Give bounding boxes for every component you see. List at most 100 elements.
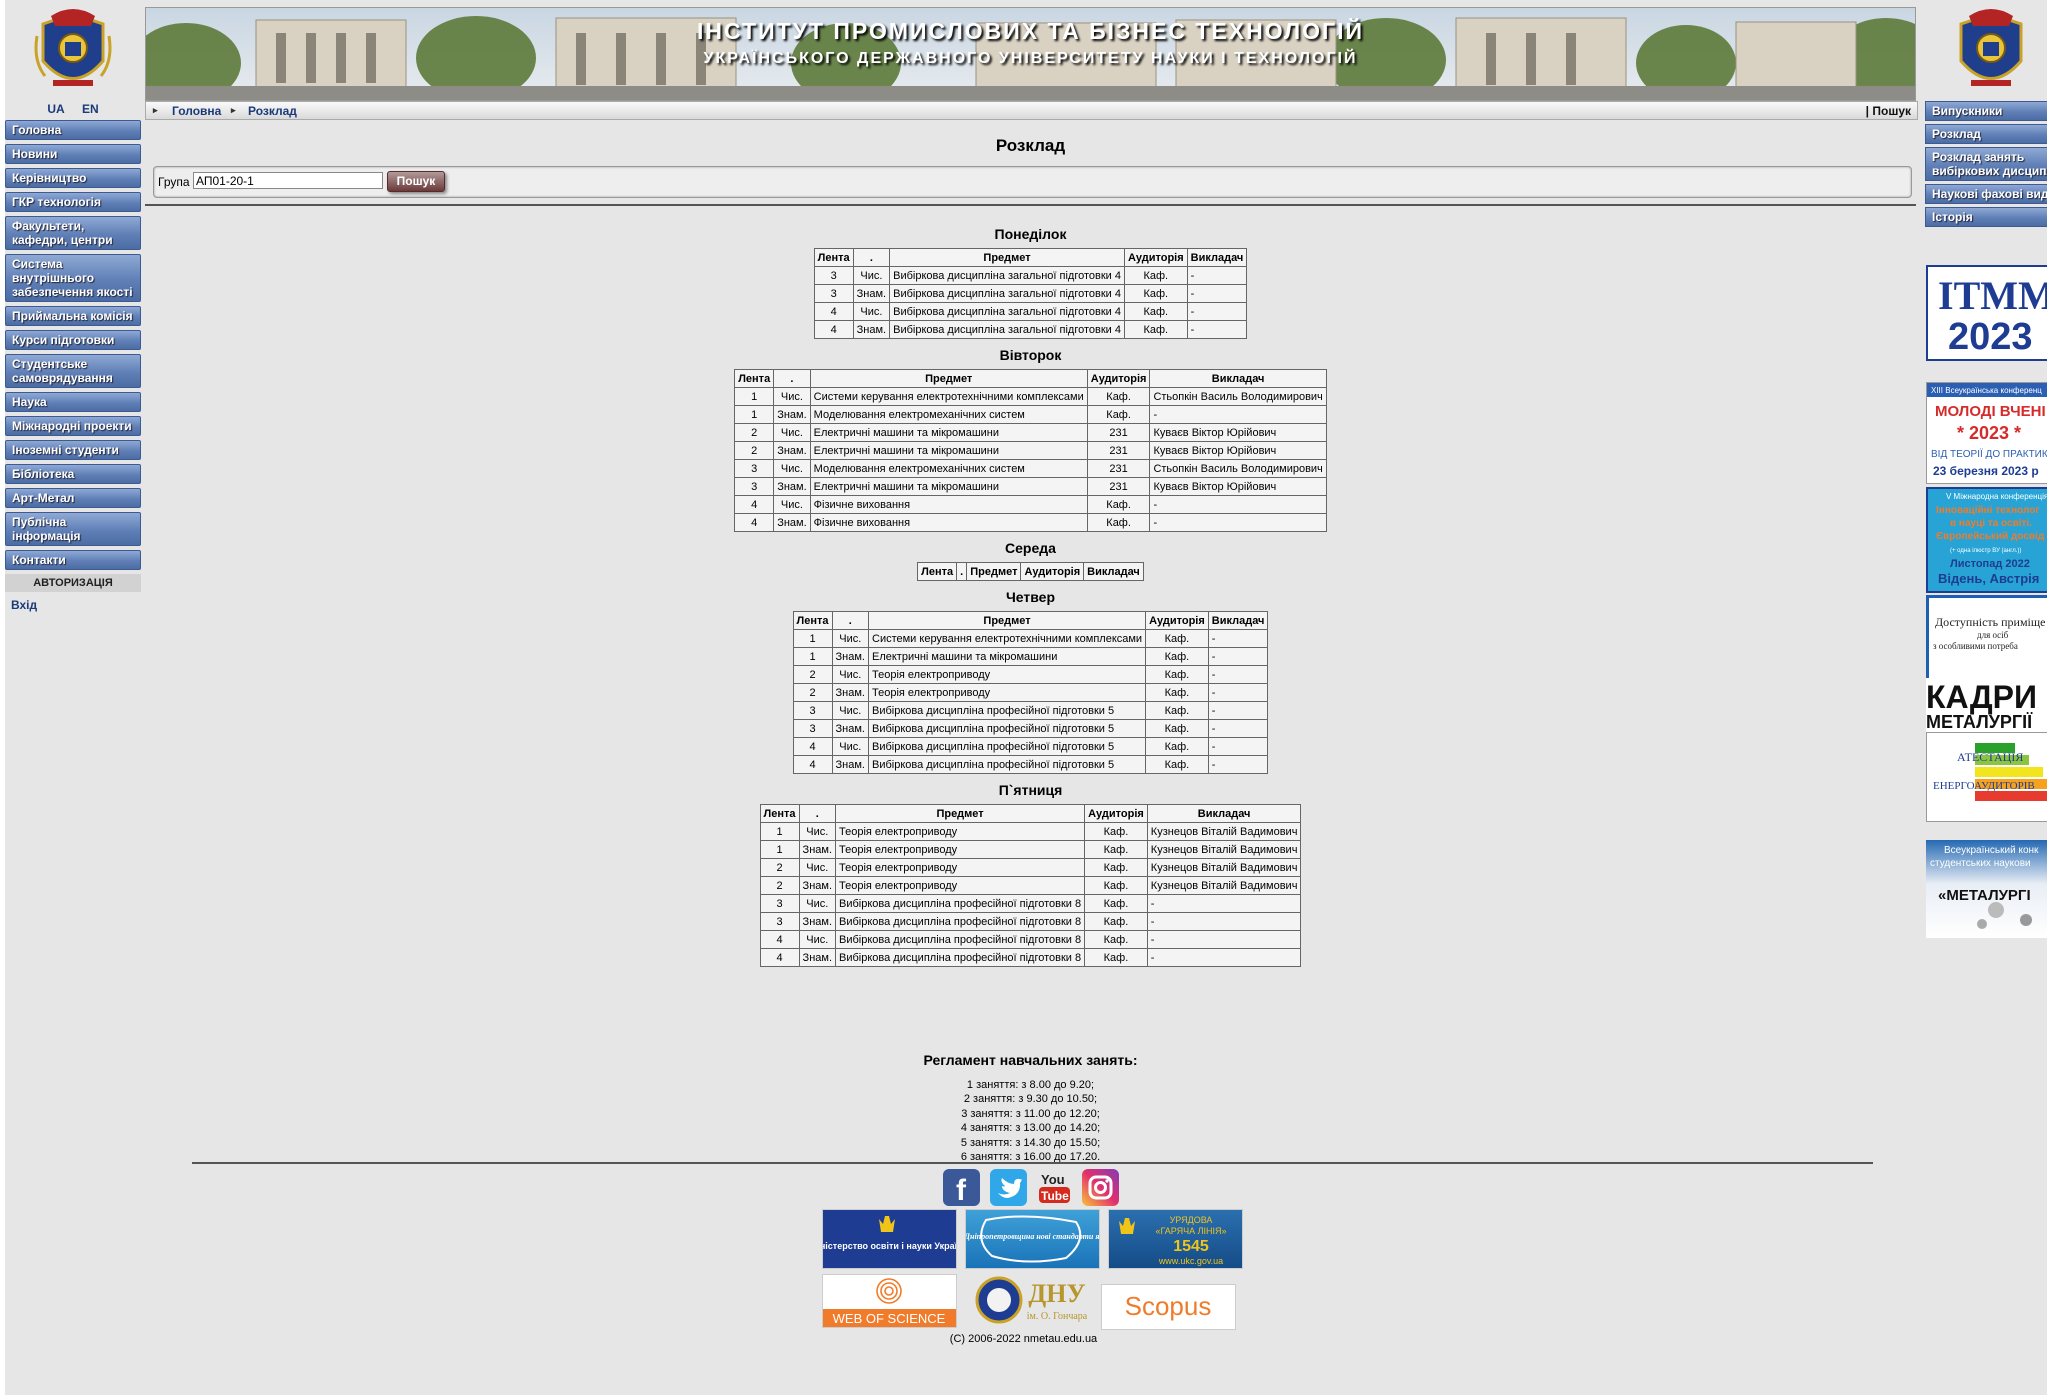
dnu-logo[interactable]: ДНУ ім. О. Гончара [965,1274,1098,1326]
nav-item-gkr-technology[interactable]: ГКР технологія [5,192,141,212]
right-nav-history[interactable]: Історія [1925,207,2047,227]
accessibility-banner[interactable]: Доступність приміще для осіб з особливим… [1926,595,2047,681]
facebook-icon[interactable]: f [943,1169,980,1207]
col-week-header: . [798,804,837,823]
table-row: 4 Чис. Вибіркова дисципліна професійної пі… [759,930,1302,949]
nav-item-student-government[interactable]: Студентське самоврядування [5,354,141,388]
student-contest-banner[interactable]: Всеукраїнський конк студентських наукови… [1926,840,2047,938]
right-nav-schedule[interactable]: Розклад [1925,124,2047,144]
svg-text:ДНУ: ДНУ [1028,1279,1085,1308]
cell-room: Каф. [1084,858,1148,877]
cell-room: Каф. [1145,629,1209,648]
kadry-metallurgy-banner[interactable]: КАДРИ МЕТАЛУРГІЇ [1926,678,2047,732]
cell-week: Чис. [798,894,837,913]
lang-ua-link[interactable]: UA [47,102,64,116]
cell-week: Чис. [773,387,811,406]
cell-room: Каф. [1145,647,1209,666]
nav-item-foreign-students[interactable]: Іноземні студенти [5,440,141,460]
cell-lenta: 3 [792,719,833,738]
nav-item-home[interactable]: Головна [5,120,141,140]
cell-subject: Вибіркова дисципліна професійної підгото… [867,719,1147,738]
nav-item-admissions[interactable]: Приймальна комісія [5,306,141,326]
nav-item-contacts[interactable]: Контакти [5,550,141,570]
nav-item-quality-system[interactable]: Система внутрішнього забезпечення якості [5,254,141,302]
group-input[interactable] [193,172,383,189]
cell-room: Каф. [1145,683,1209,702]
table-row: 4 Чис. Фізичне виховання Каф. - [734,495,1327,514]
table-header-row: Лента. Предмет Аудиторія Викладач [759,804,1302,823]
young-scientists-banner[interactable]: XIII Всеукраїнська конференц МОЛОДІ ВЧЕН… [1926,382,2047,484]
cell-teacher: - [1186,320,1248,339]
nav-item-art-metal[interactable]: Арт-Метал [5,488,141,508]
reglament-item: 3 заняття: з 11.00 до 12.20; [961,1107,1100,1120]
cell-week: Чис. [852,266,891,285]
cell-lenta: 4 [759,948,800,967]
breadcrumb-home-link[interactable]: Головна [172,104,221,118]
col-teacher-header: Викладач [1146,804,1302,823]
table-row: 2 Чис. Теорія електроприводу Каф. - [792,665,1269,684]
international-conference-banner[interactable]: V Міжнародна конференція Інноваційні тех… [1926,487,2047,593]
nav-item-courses[interactable]: Курси підготовки [5,330,141,350]
hotline-1545-logo[interactable]: УРЯДОВА «ГАРЯЧА ЛІНІЯ» 1545 www.ukc.gov.… [1108,1209,1243,1269]
cell-subject: Теорія електроприводу [835,858,1086,877]
nav-item-library[interactable]: Бібліотека [5,464,141,484]
lang-en-link[interactable]: EN [82,102,99,116]
university-crest-logo[interactable] [1951,6,2031,96]
cell-subject: Моделювання електромеханічних систем [809,405,1088,424]
nav-item-public-info[interactable]: Публічна інформація [5,512,141,546]
cell-teacher: Куваєв Віктор Юрійович [1149,477,1327,496]
col-teacher-header: Викладач [1083,562,1144,581]
itmm-2023-banner[interactable]: ITMM 2023 [1926,265,2047,361]
nav-item-news[interactable]: Новини [5,144,141,164]
search-link[interactable]: | Пошук [1866,104,1911,118]
search-button[interactable]: Пошук [387,171,445,192]
youtube-icon[interactable]: You Tube [1036,1169,1073,1206]
nav-item-science[interactable]: Наука [5,392,141,412]
cell-subject: Електричні машини та мікромашини [809,477,1088,496]
cell-subject: Теорія електроприводу [867,683,1147,702]
cell-teacher: - [1186,302,1248,321]
cell-teacher: - [1146,894,1302,913]
right-nav-graduates[interactable]: Випускники [1925,101,2047,121]
svg-text:ITMM: ITMM [1938,273,2047,318]
new-dnipro-logo[interactable]: Нова Дніпропетровщина нові стандарти яко… [965,1209,1100,1269]
table-row: 2 Чис. Теорія електроприводу Каф. Кузнецов В… [759,858,1302,877]
university-crest-logo[interactable] [33,6,113,96]
breadcrumb: ▸ Головна ▸ Розклад | Пошук [145,101,1918,120]
cell-week: Чис. [831,629,870,648]
cell-teacher: Стьопкін Василь Володимирович [1149,387,1327,406]
cell-subject: Теорія електроприводу [867,665,1147,684]
right-nav-elective-schedule[interactable]: Розклад занять вибіркових дисциплін [1925,147,2047,181]
footer-divider [192,1162,1873,1164]
nav-item-international-projects[interactable]: Міжнародні проекти [5,416,141,436]
instagram-icon[interactable] [1082,1169,1119,1206]
svg-text:Нова Дніпропетровщина нові ста: Нова Дніпропетровщина нові стандарти яко… [966,1232,1099,1241]
cell-week: Чис. [831,737,870,756]
svg-text:Tube: Tube [1041,1189,1069,1203]
col-lenta-header: Лента [759,804,800,823]
nav-item-management[interactable]: Керівництво [5,168,141,188]
login-link[interactable]: Вхід [11,598,141,612]
schedule-table: Лента. Предмет Аудиторія Викладач 1 Чис. Систе… [734,369,1327,532]
table-row: 1 Знам. Теорія електроприводу Каф. Кузнецов … [759,840,1302,859]
divider [145,204,1916,206]
table-row: 1 Знам. Електричні машини та мікромашини Ка… [792,647,1269,666]
mon-ukraine-logo[interactable]: Міністерство освіти і науки України [822,1209,957,1269]
table-row: 1 Чис. Теорія електроприводу Каф. Кузнецов В… [759,822,1302,841]
svg-text:МЕТАЛУРГІЇ: МЕТАЛУРГІЇ [1926,712,2033,732]
nav-item-faculties[interactable]: Факультети, кафедри, центри [5,216,141,250]
twitter-icon[interactable] [990,1169,1027,1206]
cell-lenta: 1 [759,822,800,841]
cell-week: Знам. [798,840,837,859]
table-row: 4 Знам. Фізичне виховання Каф. - [734,513,1327,532]
right-nav-journals[interactable]: Наукові фахові видання [1925,184,2047,204]
cell-room: Каф. [1084,930,1148,949]
cell-teacher: - [1207,683,1269,702]
scopus-logo[interactable]: Scopus [1101,1284,1236,1330]
web-of-science-logo[interactable]: WEB OF SCIENCE [822,1274,957,1328]
energy-auditors-banner[interactable]: АТЕСТАЦІЯ ЕНЕРГОАУДИТОРІВ [1926,732,2047,822]
cell-lenta: 3 [759,912,800,931]
cell-lenta: 3 [813,266,854,285]
table-row: 3 Чис. Вибіркова дисципліна професійної пі… [759,894,1302,913]
banner-title: ІНСТИТУТ ПРОМИСЛОВИХ ТА БІЗНЕС ТЕХНОЛОГІ… [696,18,1365,44]
